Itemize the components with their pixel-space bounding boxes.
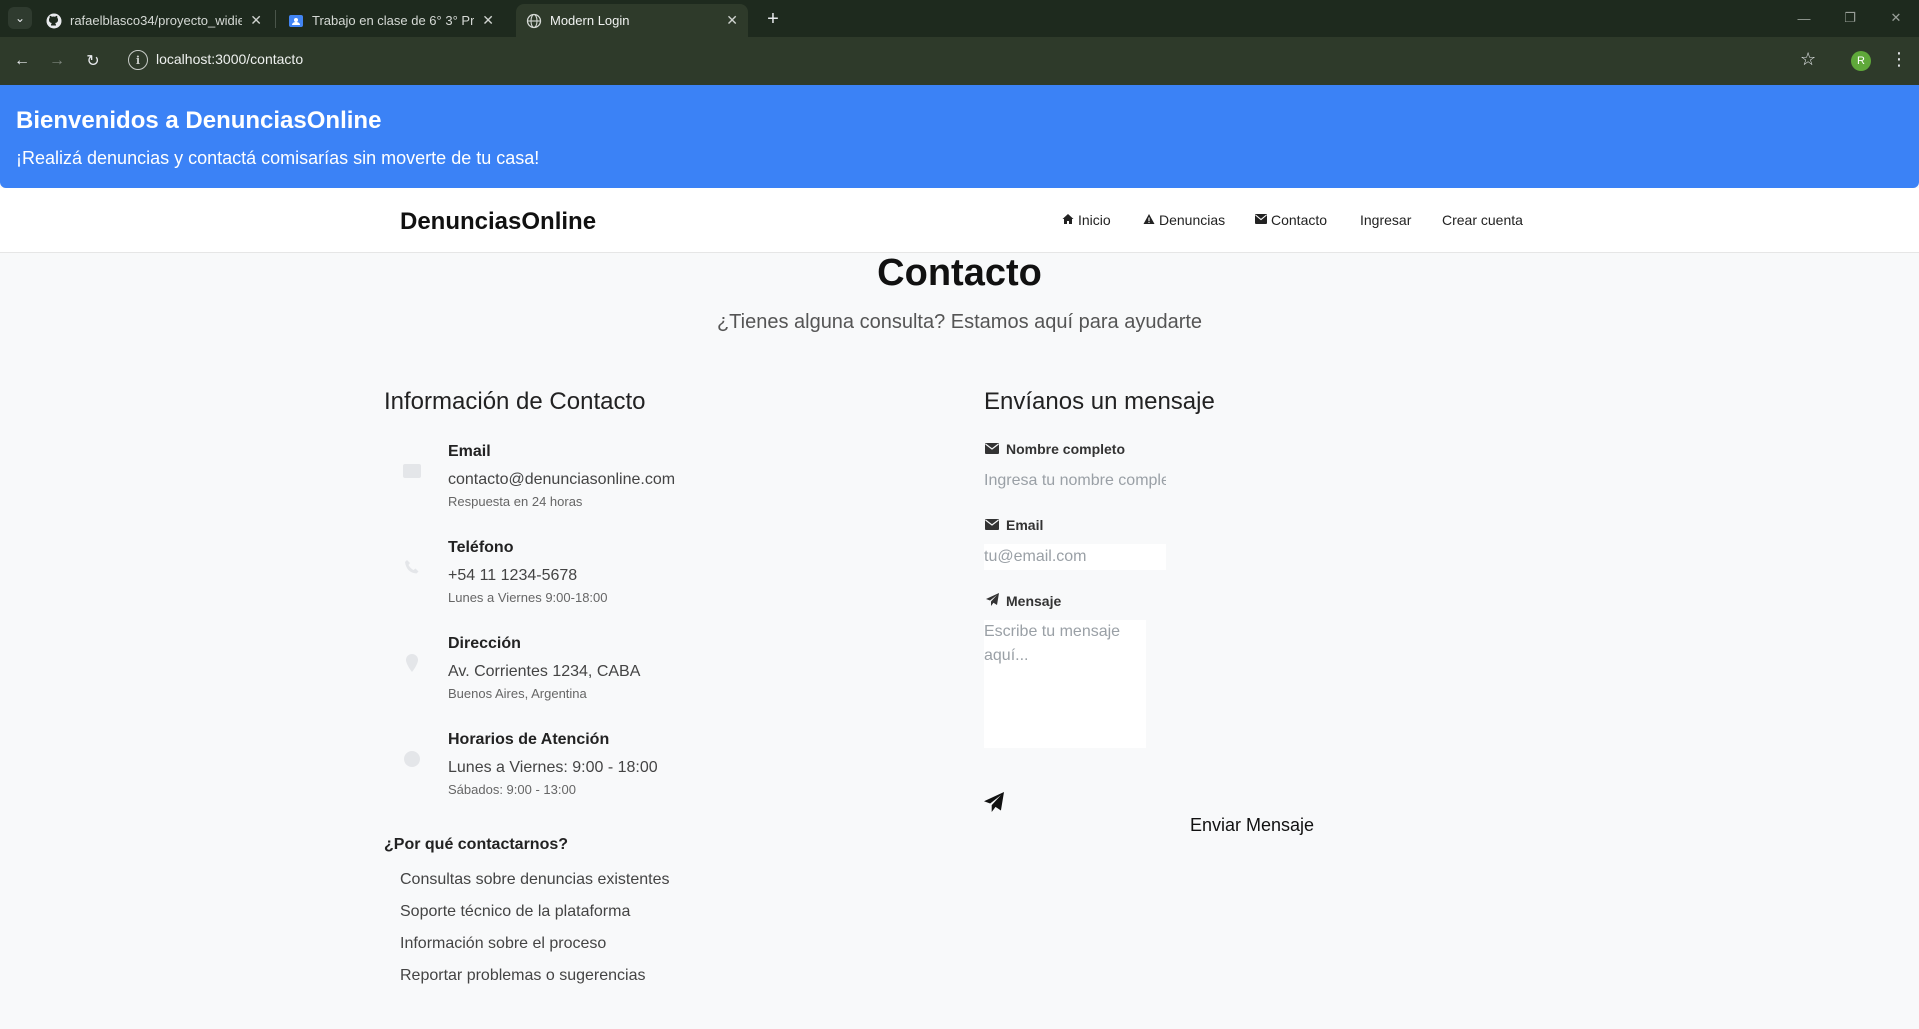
browser-menu-icon[interactable]: ⋮ bbox=[1890, 49, 1908, 70]
address-bar[interactable]: localhost:3000/contacto bbox=[156, 51, 303, 67]
email-label: Email bbox=[984, 517, 1043, 533]
bookmark-star-icon[interactable]: ☆ bbox=[1800, 49, 1816, 70]
info-note: Buenos Aires, Argentina bbox=[448, 686, 587, 701]
nav-link-label: Ingresar bbox=[1360, 212, 1412, 228]
info-label: Teléfono bbox=[448, 539, 514, 556]
brand-logo[interactable]: DenunciasOnline bbox=[400, 208, 596, 236]
tab-search-button[interactable]: ⌄ bbox=[8, 7, 32, 29]
message-label-text: Mensaje bbox=[1006, 593, 1062, 609]
why-contact-item: Consultas sobre denuncias existentes bbox=[400, 871, 670, 888]
contact-info-hours: Horarios de Atención Lunes a Viernes: 9:… bbox=[384, 731, 884, 811]
send-message-button[interactable]: Enviar Mensaje bbox=[1190, 815, 1314, 836]
info-note: Respuesta en 24 horas bbox=[448, 494, 583, 509]
message-label: Mensaje bbox=[984, 593, 1061, 609]
envelope-icon bbox=[984, 442, 1000, 457]
forward-icon[interactable]: → bbox=[43, 47, 71, 75]
window-close-icon[interactable]: ✕ bbox=[1876, 6, 1916, 30]
contact-info-phone: Teléfono +54 11 1234-5678 Lunes a Vierne… bbox=[384, 539, 884, 619]
envelope-icon bbox=[400, 459, 424, 483]
page-subtitle: ¿Tienes alguna consulta? Estamos aquí pa… bbox=[716, 311, 1203, 333]
phone-icon bbox=[400, 555, 424, 579]
close-icon[interactable]: ✕ bbox=[482, 12, 494, 29]
info-value: +54 11 1234-5678 bbox=[448, 567, 578, 584]
browser-tab-bar: ⌄ rafaelblasco34/proyecto_widien ✕ Traba… bbox=[0, 0, 1919, 37]
nav-link-denuncias[interactable]: Denuncias bbox=[1143, 212, 1225, 228]
name-input[interactable] bbox=[984, 468, 1166, 494]
home-icon bbox=[1062, 213, 1074, 228]
info-note: Sábados: 9:00 - 13:00 bbox=[448, 782, 576, 797]
message-textarea[interactable] bbox=[984, 620, 1146, 748]
why-contact-item: Soporte técnico de la plataforma bbox=[400, 903, 631, 920]
minimize-icon[interactable]: — bbox=[1784, 6, 1824, 30]
back-icon[interactable]: ← bbox=[8, 47, 36, 75]
tab-title: Trabajo en clase de 6° 3° Progra bbox=[312, 13, 475, 28]
banner-title: Bienvenidos a DenunciasOnline bbox=[16, 107, 382, 134]
contact-info-address: Dirección Av. Corrientes 1234, CABA Buen… bbox=[384, 635, 884, 715]
site-navbar: DenunciasOnline Inicio Denuncias Contact… bbox=[0, 188, 1919, 253]
tab-title: rafaelblasco34/proyecto_widien bbox=[70, 13, 243, 28]
new-tab-icon[interactable]: + bbox=[760, 6, 786, 32]
nav-link-label: Inicio bbox=[1078, 212, 1111, 228]
email-input[interactable] bbox=[984, 544, 1166, 570]
reload-icon[interactable]: ↻ bbox=[79, 47, 107, 75]
site-info-icon[interactable]: i bbox=[128, 50, 148, 70]
form-heading: Envíanos un mensaje bbox=[984, 388, 1215, 415]
warning-icon bbox=[1143, 213, 1155, 228]
map-marker-icon bbox=[400, 651, 424, 675]
info-label: Email bbox=[448, 443, 491, 460]
info-label: Horarios de Atención bbox=[448, 731, 610, 748]
page-title: Contacto bbox=[877, 252, 1042, 294]
envelope-icon bbox=[984, 518, 1000, 533]
profile-avatar[interactable]: R bbox=[1851, 51, 1871, 71]
nav-link-label: Denuncias bbox=[1159, 212, 1226, 228]
nav-link-label: Contacto bbox=[1271, 212, 1328, 228]
info-label: Dirección bbox=[448, 635, 521, 652]
clock-icon bbox=[400, 747, 424, 771]
info-value: contacto@denunciasonline.com bbox=[448, 471, 676, 488]
why-contact-item: Reportar problemas o sugerencias bbox=[400, 967, 646, 984]
nav-link-crear-cuenta[interactable]: Crear cuenta bbox=[1442, 212, 1523, 228]
paper-plane-icon bbox=[984, 593, 1000, 609]
close-icon[interactable]: ✕ bbox=[726, 12, 738, 29]
email-label-text: Email bbox=[1006, 517, 1044, 533]
browser-tab-active[interactable]: Modern Login ✕ bbox=[516, 4, 748, 37]
browser-toolbar: ← → ↻ i localhost:3000/contacto ☆ R ⋮ bbox=[0, 37, 1919, 85]
github-icon bbox=[46, 13, 62, 29]
browser-tab-github[interactable]: rafaelblasco34/proyecto_widien ✕ bbox=[36, 4, 272, 37]
name-label-text: Nombre completo bbox=[1006, 441, 1126, 457]
banner-subtitle: ¡Realizá denuncias y contactá comisarías… bbox=[16, 148, 540, 168]
why-contact-heading: ¿Por qué contactarnos? bbox=[384, 836, 569, 853]
contact-info-heading: Información de Contacto bbox=[384, 388, 646, 415]
nav-link-inicio[interactable]: Inicio bbox=[1062, 212, 1111, 228]
tab-title: Modern Login bbox=[550, 13, 630, 28]
info-value: Lunes a Viernes: 9:00 - 18:00 bbox=[448, 759, 658, 776]
welcome-banner: Bienvenidos a DenunciasOnline ¡Realizá d… bbox=[0, 85, 1919, 188]
why-contact-item: Información sobre el proceso bbox=[400, 935, 607, 952]
contact-info-email: Email contacto@denunciasonline.com Respu… bbox=[384, 443, 884, 523]
name-label: Nombre completo bbox=[984, 441, 1125, 457]
globe-icon bbox=[526, 13, 542, 29]
browser-tab-classroom[interactable]: Trabajo en clase de 6° 3° Progra ✕ bbox=[278, 4, 504, 37]
nav-link-contacto[interactable]: Contacto bbox=[1255, 212, 1327, 228]
close-icon[interactable]: ✕ bbox=[250, 12, 262, 29]
envelope-icon bbox=[1255, 213, 1267, 227]
nav-link-ingresar[interactable]: Ingresar bbox=[1360, 212, 1411, 228]
paper-plane-icon bbox=[984, 792, 1004, 818]
nav-link-label: Crear cuenta bbox=[1442, 212, 1523, 228]
info-value: Av. Corrientes 1234, CABA bbox=[448, 663, 641, 680]
tab-divider bbox=[275, 10, 276, 28]
info-note: Lunes a Viernes 9:00-18:00 bbox=[448, 590, 608, 605]
restore-icon[interactable]: ❐ bbox=[1830, 6, 1870, 30]
classroom-icon bbox=[288, 13, 304, 29]
